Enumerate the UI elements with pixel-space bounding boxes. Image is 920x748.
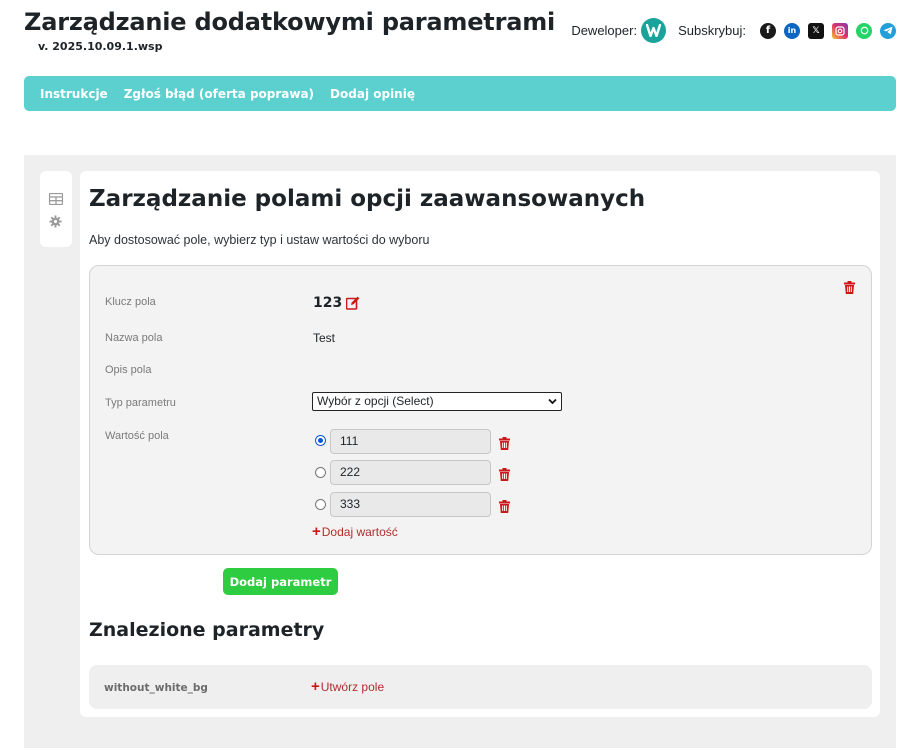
create-field-link[interactable]: + Utwórz pole xyxy=(311,678,385,695)
value-radio-2[interactable] xyxy=(315,467,326,478)
telegram-icon[interactable] xyxy=(880,22,896,39)
value-input-3[interactable]: 333 xyxy=(330,492,491,517)
value-input-1[interactable]: 111 xyxy=(330,429,491,454)
field-key-value: 123 xyxy=(313,295,360,311)
field-name-value[interactable]: Test xyxy=(313,331,335,345)
add-parameter-button[interactable]: Dodaj parametr xyxy=(223,568,338,595)
delete-value-2-icon[interactable] xyxy=(499,466,510,481)
section-description: Aby dostosować pole, wybierz typ i ustaw… xyxy=(89,233,430,247)
developer-label: Deweloper: xyxy=(571,23,638,38)
edit-icon[interactable] xyxy=(345,296,360,310)
linkedin-icon[interactable]: in xyxy=(784,22,800,39)
value-input-2[interactable]: 222 xyxy=(330,460,491,485)
parameter-type-select[interactable]: Wybór z opcji (Select) xyxy=(312,392,562,411)
whatsapp-icon[interactable] xyxy=(856,22,872,39)
nav-instructions-link[interactable]: Instrukcje xyxy=(40,87,108,101)
field-key-label: Klucz pola xyxy=(105,296,156,308)
gear-icon[interactable] xyxy=(49,213,63,228)
found-parameter-key: without_white_bg xyxy=(104,682,208,694)
add-value-link[interactable]: + Dodaj wartość xyxy=(312,523,398,540)
nav-add-review-link[interactable]: Dodaj opinię xyxy=(330,87,415,101)
delete-value-1-icon[interactable] xyxy=(499,435,510,450)
plus-icon: + xyxy=(311,678,320,695)
x-icon[interactable]: 𝕏 xyxy=(808,22,824,39)
field-key-text: 123 xyxy=(313,295,343,311)
parameter-type-label: Typ parametru xyxy=(105,397,176,409)
plus-icon: + xyxy=(312,523,321,540)
value-radio-1[interactable] xyxy=(315,435,326,446)
page-header: Zarządzanie dodatkowymi parametrami v. 2… xyxy=(24,8,896,58)
section-heading: Zarządzanie polami opcji zaawansowanych xyxy=(89,186,646,212)
field-name-label: Nazwa pola xyxy=(105,332,163,344)
facebook-icon[interactable]: f xyxy=(760,22,776,39)
add-value-label: Dodaj wartość xyxy=(321,525,398,539)
side-tabs xyxy=(40,171,72,247)
create-field-label: Utwórz pole xyxy=(320,680,385,694)
value-radio-3[interactable] xyxy=(315,499,326,510)
found-parameters-heading: Znalezione parametry xyxy=(89,619,325,641)
nav-report-bug-link[interactable]: Zgłoś błąd (oferta poprawa) xyxy=(124,87,314,101)
developer-bar: Deweloper: Subskrybuj: f in 𝕏 xyxy=(571,18,896,43)
parameter-type-selected: Wybór z opcji (Select) xyxy=(317,394,434,408)
developer-logo-icon[interactable] xyxy=(641,18,667,43)
field-values-label: Wartość pola xyxy=(105,430,169,442)
field-description-label: Opis pola xyxy=(105,364,152,376)
table-icon[interactable] xyxy=(48,190,64,206)
version-label: v. 2025.10.09.1.wsp xyxy=(38,40,163,53)
chevron-down-icon xyxy=(548,393,557,416)
subscribe-label: Subskrybuj: xyxy=(678,23,746,38)
page-title: Zarządzanie dodatkowymi parametrami xyxy=(24,8,556,36)
top-nav: Instrukcje Zgłoś błąd (oferta poprawa) D… xyxy=(24,76,896,111)
delete-value-3-icon[interactable] xyxy=(499,498,510,513)
instagram-icon[interactable] xyxy=(832,22,848,39)
delete-parameter-icon[interactable] xyxy=(844,279,855,294)
